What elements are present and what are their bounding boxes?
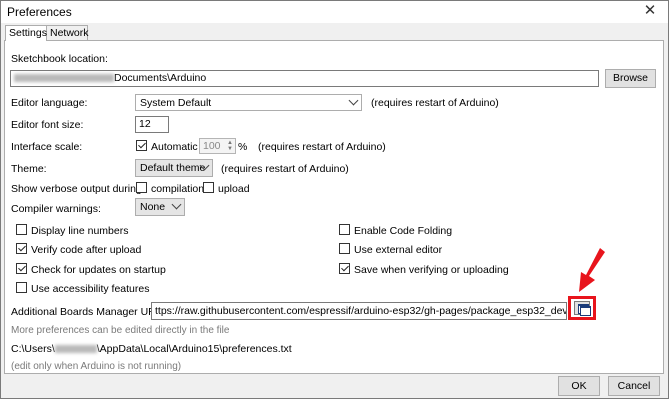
sketchbook-path-input[interactable]: Documents\Arduino xyxy=(10,70,599,87)
prefs-path-prefix: C:\Users\ xyxy=(11,343,55,355)
window-icon xyxy=(580,306,591,316)
compiler-warnings-value: None xyxy=(140,201,166,213)
display-line-numbers-label: Display line numbers xyxy=(31,225,129,237)
sketchbook-label: Sketchbook location: xyxy=(11,53,108,65)
verbose-upload-label: upload xyxy=(218,183,250,195)
interface-scale-value: 100 xyxy=(203,140,221,152)
font-size-input[interactable]: 12 xyxy=(135,116,169,133)
red-arrow xyxy=(579,248,605,292)
external-editor-checkbox[interactable] xyxy=(339,243,350,254)
interface-scale-spinner[interactable]: 100 ▲ ▼ xyxy=(199,138,236,154)
browse-button[interactable]: Browse xyxy=(605,69,656,88)
display-line-numbers-checkbox[interactable] xyxy=(16,224,27,235)
code-folding-checkbox[interactable] xyxy=(339,224,350,235)
accessibility-label: Use accessibility features xyxy=(31,283,150,295)
editor-language-label: Editor language: xyxy=(11,97,88,109)
prefs-path-suffix: \AppData\Local\Arduino15\preferences.txt xyxy=(96,343,292,355)
percent-unit: % xyxy=(238,141,248,153)
open-url-editor-button[interactable] xyxy=(568,296,596,320)
editor-language-select[interactable]: System Default xyxy=(135,94,362,111)
editor-language-note: (requires restart of Arduino) xyxy=(371,97,499,109)
verbose-compilation-label: compilation xyxy=(151,183,205,195)
theme-label: Theme: xyxy=(11,163,47,175)
tab-network[interactable]: Network xyxy=(46,25,89,40)
font-size-label: Editor font size: xyxy=(11,119,84,131)
automatic-label: Automatic xyxy=(151,141,198,153)
preferences-window: Preferences ✕ Settings Network Sketchboo… xyxy=(0,0,669,399)
check-updates-label: Check for updates on startup xyxy=(31,264,166,276)
more-preferences-note: More preferences can be edited directly … xyxy=(11,325,230,336)
boards-manager-label: Additional Boards Manager URLs: xyxy=(11,306,170,318)
settings-panel: Sketchbook location: Documents\Arduino B… xyxy=(4,40,664,374)
external-editor-label: Use external editor xyxy=(354,244,443,256)
verify-after-upload-label: Verify code after upload xyxy=(31,244,142,256)
spinner-arrows-icon[interactable]: ▲ ▼ xyxy=(226,140,234,152)
verify-after-upload-checkbox[interactable] xyxy=(16,243,27,254)
tab-settings[interactable]: Settings xyxy=(5,25,47,41)
cancel-button[interactable]: Cancel xyxy=(608,376,660,396)
ok-button[interactable]: OK xyxy=(558,376,600,396)
window-title: Preferences xyxy=(7,5,72,19)
automatic-checkbox[interactable] xyxy=(136,140,147,151)
sketchbook-path-text: Documents\Arduino xyxy=(114,72,207,84)
compiler-warnings-label: Compiler warnings: xyxy=(11,203,101,215)
theme-select[interactable]: Default theme xyxy=(135,159,213,177)
accessibility-checkbox[interactable] xyxy=(16,282,27,293)
boards-manager-urls-input[interactable]: ttps://raw.githubusercontent.com/espress… xyxy=(151,302,567,320)
interface-scale-note: (requires restart of Arduino) xyxy=(258,141,386,153)
editor-language-value: System Default xyxy=(140,97,212,109)
chevron-down-icon xyxy=(171,199,182,210)
theme-value: Default theme xyxy=(140,162,206,174)
redacted-text xyxy=(54,345,97,354)
title-bar: Preferences ✕ xyxy=(1,1,668,23)
preferences-file-path: C:\Users\ \AppData\Local\Arduino15\prefer… xyxy=(11,343,292,355)
code-folding-label: Enable Code Folding xyxy=(354,225,453,237)
chevron-down-icon xyxy=(348,95,359,106)
edit-only-note: (edit only when Arduino is not running) xyxy=(11,361,182,372)
redacted-text xyxy=(14,74,114,83)
verbose-label: Show verbose output during: xyxy=(11,183,145,195)
compiler-warnings-select[interactable]: None xyxy=(135,198,185,216)
save-when-verifying-checkbox[interactable] xyxy=(339,263,350,274)
close-icon[interactable]: ✕ xyxy=(642,3,658,19)
verbose-upload-checkbox[interactable] xyxy=(203,182,214,193)
check-updates-checkbox[interactable] xyxy=(16,263,27,274)
editor-button-face xyxy=(574,301,591,316)
interface-scale-label: Interface scale: xyxy=(11,141,83,153)
save-when-verifying-label: Save when verifying or uploading xyxy=(354,264,509,276)
theme-note: (requires restart of Arduino) xyxy=(221,163,349,175)
verbose-compilation-checkbox[interactable] xyxy=(136,182,147,193)
